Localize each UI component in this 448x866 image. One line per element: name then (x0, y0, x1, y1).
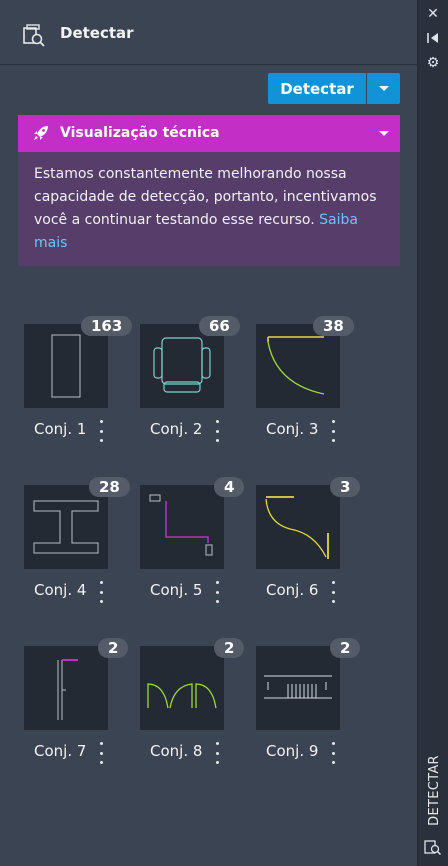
more-options-icon[interactable] (328, 742, 338, 764)
chevron-down-icon (379, 131, 389, 136)
set-label: Conj. 3 (266, 420, 319, 438)
set-label: Conj. 5 (150, 581, 203, 599)
window-preview-icon (57, 659, 78, 720)
set-label: Conj. 8 (150, 742, 203, 760)
wall-segment-preview-icon (149, 494, 213, 556)
set-card-1[interactable]: 163 Conj. 1 (18, 316, 136, 446)
caret-down-icon (378, 86, 389, 91)
banner-title: Visualização técnica (60, 125, 220, 141)
count-badge: 2 (98, 638, 129, 658)
set-thumbnail[interactable] (24, 324, 108, 408)
more-options-icon[interactable] (96, 742, 106, 764)
rocket-icon (34, 126, 48, 140)
more-options-icon[interactable] (212, 420, 222, 442)
set-label: Conj. 1 (34, 420, 87, 438)
panel-title: Detectar (60, 24, 134, 42)
set-card-9[interactable]: 2 Conj. 9 (250, 638, 368, 768)
ibeam-preview-icon (33, 500, 99, 554)
more-options-icon[interactable] (212, 581, 222, 603)
set-thumbnail[interactable] (24, 646, 108, 730)
set-card-7[interactable]: 2 Conj. 7 (18, 638, 136, 768)
banner-header[interactable]: Visualização técnica (18, 115, 400, 152)
door-preview-icon (267, 336, 325, 395)
detect-side-tab[interactable]: DETECTAR (422, 748, 446, 832)
set-card-2[interactable]: 66 Conj. 2 (134, 316, 252, 446)
count-badge: 28 (89, 477, 130, 497)
detect-icon (23, 24, 45, 47)
set-thumbnail[interactable] (24, 485, 108, 569)
more-options-icon[interactable] (328, 581, 338, 603)
set-card-4[interactable]: 28 Conj. 4 (18, 477, 136, 607)
set-label: Conj. 2 (150, 420, 203, 438)
more-options-icon[interactable] (96, 581, 106, 603)
set-thumbnail[interactable] (140, 485, 224, 569)
detect-button[interactable]: Detectar (268, 73, 366, 104)
settings-icon[interactable]: ⚙ (425, 55, 441, 71)
more-options-icon[interactable] (328, 420, 338, 442)
double-door-preview-icon (265, 496, 329, 559)
count-badge: 2 (214, 638, 245, 658)
set-thumbnail[interactable] (140, 324, 224, 408)
set-card-5[interactable]: 4 Conj. 5 (134, 477, 252, 607)
set-label: Conj. 7 (34, 742, 87, 760)
detect-tab-icon[interactable] (424, 838, 442, 856)
set-card-3[interactable]: 38 Conj. 3 (250, 316, 368, 446)
more-options-icon[interactable] (212, 742, 222, 764)
stair-preview-icon (264, 675, 332, 699)
count-badge: 3 (330, 477, 361, 497)
chair-preview-icon (153, 337, 211, 393)
banner-text: Estamos constantemente melhorando nossa … (34, 163, 394, 255)
close-icon[interactable]: ✕ (425, 6, 441, 22)
count-badge: 4 (214, 477, 245, 497)
set-thumbnail[interactable] (140, 646, 224, 730)
set-thumbnail[interactable] (256, 324, 340, 408)
set-card-6[interactable]: 3 Conj. 6 (250, 477, 368, 607)
count-badge: 38 (313, 316, 354, 336)
side-toolbar: ✕ ⚙ (419, 0, 448, 866)
count-badge: 66 (199, 316, 240, 336)
collapse-icon[interactable] (425, 30, 441, 46)
rectangle-preview-icon (51, 334, 81, 398)
tech-preview-banner: Visualização técnica Estamos constanteme… (18, 115, 400, 266)
set-label: Conj. 9 (266, 742, 319, 760)
detect-panel: Detectar Detectar Visualização técnica E… (0, 0, 418, 866)
side-tab-label: DETECTAR (426, 754, 442, 826)
set-card-8[interactable]: 2 Conj. 8 (134, 638, 252, 768)
triple-door-preview-icon (147, 683, 217, 709)
set-thumbnail[interactable] (256, 485, 340, 569)
panel-header: Detectar (0, 0, 418, 65)
set-label: Conj. 4 (34, 581, 87, 599)
more-options-icon[interactable] (96, 420, 106, 442)
set-thumbnail[interactable] (256, 646, 340, 730)
count-badge: 2 (330, 638, 361, 658)
count-badge: 163 (81, 316, 133, 336)
set-label: Conj. 6 (266, 581, 319, 599)
detect-dropdown-button[interactable] (367, 73, 400, 104)
